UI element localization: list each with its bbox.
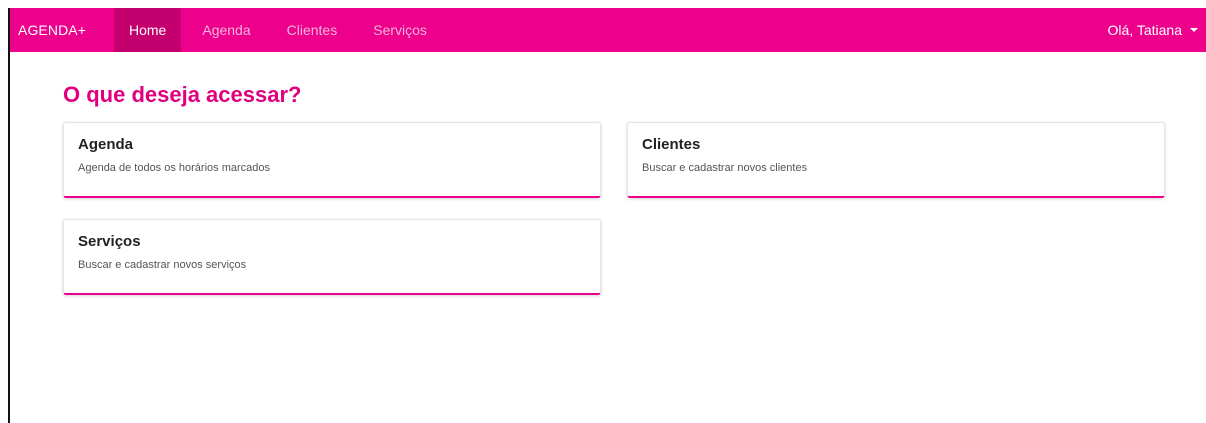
card-title: Clientes (642, 136, 701, 153)
nav-agenda[interactable]: Agenda (187, 8, 265, 52)
brand-logo[interactable]: AGENDA+ (18, 22, 86, 38)
nav-servicos[interactable]: Serviços (358, 8, 442, 52)
card-agenda[interactable]: Agenda Agenda de todos os horários marca… (63, 122, 601, 198)
user-menu[interactable]: Olá, Tatiana (1108, 8, 1198, 52)
card-description: Agenda de todos os horários marcados (78, 162, 271, 174)
card-description: Buscar e cadastrar novos serviços (78, 259, 247, 271)
user-greeting: Olá, Tatiana (1107, 22, 1182, 38)
page-title: O que deseja acessar? (63, 82, 302, 107)
card-servicos[interactable]: Serviços Buscar e cadastrar novos serviç… (63, 219, 601, 295)
nav-home[interactable]: Home (114, 8, 182, 52)
card-description: Buscar e cadastrar novos clientes (642, 162, 808, 174)
card-title: Agenda (78, 136, 134, 153)
chevron-down-icon (1190, 28, 1198, 32)
window-edge (8, 8, 10, 423)
nav-clientes[interactable]: Clientes (272, 8, 353, 52)
app-window: AGENDA+ Home Agenda Clientes Serviços Ol… (0, 0, 1206, 423)
card-clientes[interactable]: Clientes Buscar e cadastrar novos client… (627, 122, 1165, 198)
card-title: Serviços (78, 233, 141, 250)
top-navbar: AGENDA+ Home Agenda Clientes Serviços Ol… (10, 8, 1206, 52)
